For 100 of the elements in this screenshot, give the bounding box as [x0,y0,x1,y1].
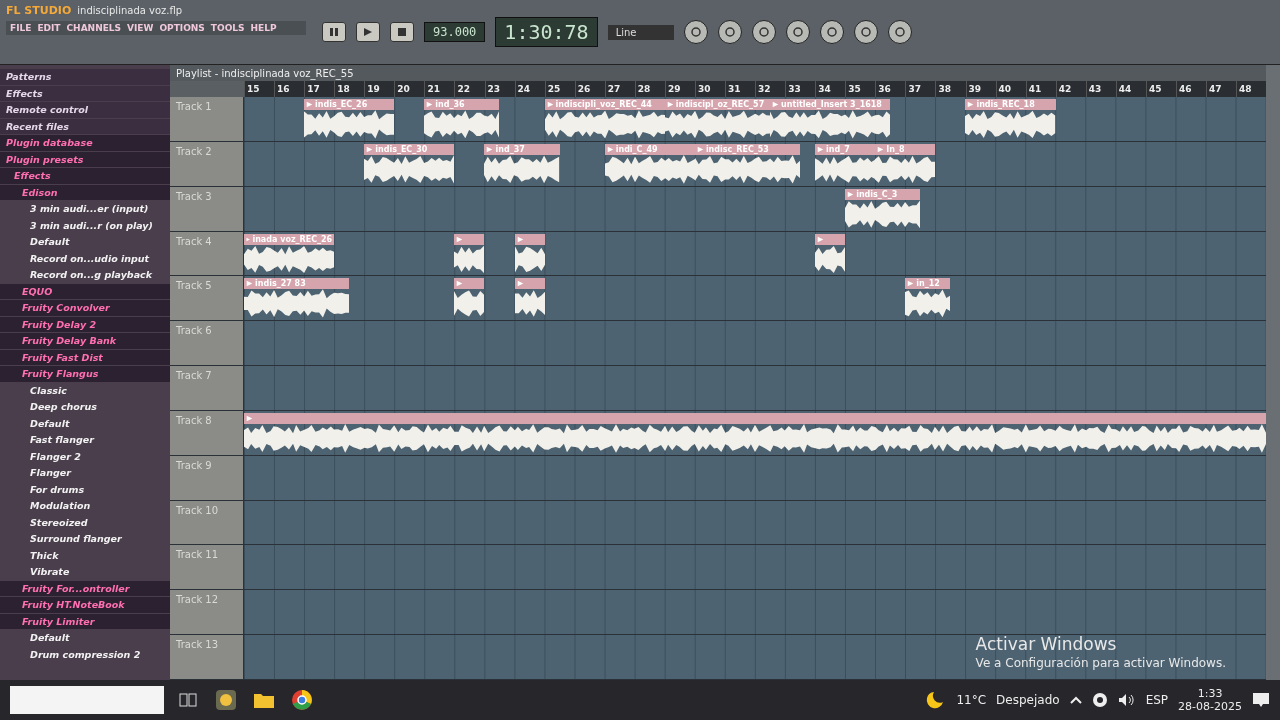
waveform-drawing [815,244,846,274]
browser-item[interactable]: Default [0,415,170,431]
toolbar-icon[interactable] [683,20,708,44]
browser-item[interactable]: Remote control [0,102,170,118]
circle-icon [859,26,872,38]
toolbar-icon[interactable] [853,20,878,44]
clip-header[interactable] [244,412,1266,424]
clip-header[interactable] [815,233,846,245]
browser-item[interactable]: Default [0,630,170,646]
clip-label: untitled_Insert 3_1618 [781,100,882,109]
browser-item[interactable]: Plugin presets [0,151,170,167]
browser-item[interactable]: Fruity Convolver [0,300,170,316]
waveform-drawing [875,154,936,184]
pause-icon [329,27,339,37]
toolbar-icon[interactable] [785,20,810,44]
browser-item[interactable]: 3 min audi...er (input) [0,201,170,217]
clip-label: indisc_REC_53 [705,144,769,154]
waveform-drawing [815,154,876,184]
browser-item[interactable]: Fruity HT.NoteBook [0,597,170,613]
browser-item[interactable]: Record on...udio input [0,250,170,266]
play-button[interactable] [356,22,380,42]
clip-label: indis_EC_30 [375,144,428,154]
browser-item[interactable]: Fruity Limiter [0,613,170,629]
browser-item[interactable]: Stereoized [0,514,170,530]
browser-item[interactable]: Fruity Fast Dist [0,349,170,365]
menu-item[interactable]: HELP [250,23,277,33]
play-icon [967,101,975,108]
browser-item[interactable]: Record on...g playback [0,267,170,283]
toolbar-icon[interactable] [819,20,844,44]
snap-dropdown[interactable]: Line [607,24,674,40]
time-display: 1:30:78 [495,17,598,47]
play-icon [363,27,373,37]
toolbar-icon[interactable] [751,20,776,44]
waveform-drawing [905,289,951,319]
clip-header[interactable] [454,278,485,290]
clip-header[interactable] [514,278,545,290]
menu-item[interactable]: EDIT [37,23,61,33]
browser-item[interactable]: Deep chorus [0,399,170,415]
browser-item[interactable]: Thick [0,547,170,563]
browser-item[interactable]: EQUO [0,283,170,299]
toolbar-icon[interactable] [717,20,742,44]
browser-item[interactable]: Fruity Delay 2 [0,316,170,332]
clock[interactable]: 1:33 28-08-2025 [1178,687,1242,713]
timeline-ruler[interactable]: 15 16 17 18 19 20 21 22 23 24 25 26 27 28 29 30 31 32 33 34 35 36 37 38 39 40 41 42 43 44 45 46 47 48 [170,81,1266,97]
notification-icon[interactable] [1252,692,1270,708]
browser-item[interactable]: Classic [0,382,170,398]
play-icon [516,235,524,243]
play-icon [246,280,253,288]
menu-item[interactable]: FILE [10,23,32,33]
browser-item[interactable]: Effects [0,85,170,101]
pause-button[interactable] [322,22,346,42]
browser-item[interactable]: Surround flanger [0,531,170,547]
browser-item[interactable]: Patterns [0,69,170,85]
weather-text: Despejado [996,693,1060,707]
clip-label: ind_36 [435,100,465,109]
app-logo: FL STUDIO [6,4,72,17]
browser-item[interactable]: For drums [0,481,170,497]
browser-item[interactable]: Edison [0,184,170,200]
search-field[interactable] [10,686,164,714]
clip-header[interactable] [514,233,545,245]
menu-item[interactable]: CHANNELS [66,23,122,33]
browser-item[interactable]: Flanger 2 [0,448,170,464]
menu-item[interactable]: OPTIONS [159,23,205,33]
scrollbar[interactable] [1266,65,1280,680]
project-name: indisciplinada voz.flp [77,5,183,16]
browser-item[interactable]: Drum compression 2 [0,646,170,662]
toolbar-icon[interactable] [887,20,912,44]
stop-button[interactable] [390,22,414,42]
browser-item[interactable]: Fruity For...ontroller [0,580,170,596]
play-icon [817,145,825,153]
browser-item[interactable]: 3 min audi...r (on play) [0,217,170,233]
waveform-drawing [454,289,485,319]
clip-label: indiscipli_voz_REC_44 [555,100,652,109]
browser-item[interactable]: Fruity Delay Bank [0,333,170,349]
play-icon [306,101,314,108]
menu-item[interactable]: VIEW [127,23,154,33]
language-indicator[interactable]: ESP [1145,693,1169,707]
browser-item[interactable]: Fast flanger [0,432,170,448]
browser-item[interactable]: Default [0,234,170,250]
clock-time: 1:33 [1197,687,1223,700]
volume-icon[interactable] [1117,693,1136,707]
clip-label: ind_7 [826,144,850,154]
circle-icon [893,26,906,38]
tempo-display[interactable]: 93.000 [424,22,486,42]
clip-header[interactable] [454,233,485,245]
circle-icon [757,26,770,38]
circle-icon [689,26,702,38]
browser-item[interactable]: Modulation [0,498,170,514]
browser-item[interactable]: Effects [0,168,170,184]
menu-item[interactable]: TOOLS [210,23,245,33]
browser-item[interactable]: Flanger [0,465,170,481]
browser-item[interactable]: Plugin database [0,135,170,151]
chevron-up-icon[interactable] [1069,696,1082,704]
play-icon [817,235,825,243]
browser-item[interactable]: Fruity Flangus [0,366,170,382]
browser-item[interactable]: Recent files [0,118,170,134]
play-icon [246,235,251,243]
play-icon [246,414,253,422]
network-icon[interactable] [1091,692,1108,708]
browser-item[interactable]: Vibrate [0,564,170,580]
